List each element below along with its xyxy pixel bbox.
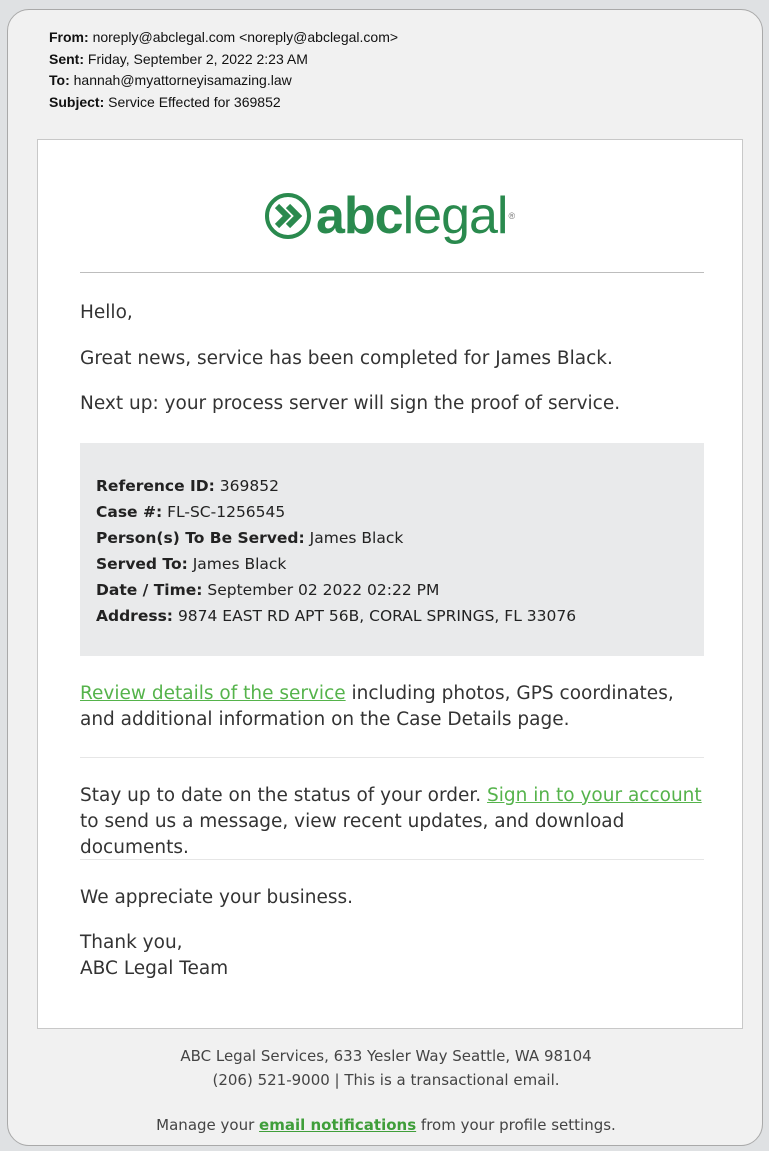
next-step-message: Next up: your process server will sign t… [80,393,621,414]
from-row: From: noreply@abclegal.com <noreply@abcl… [49,29,399,45]
to-row: To: hannah@myattorneyisamazing.law [49,72,292,88]
detail-reference-id: Reference ID: 369852 [96,477,279,495]
email-body-card: abclegal® Hello, Great news, service has… [37,139,743,1029]
service-details-panel: Reference ID: 369852 Case #: FL-SC-12565… [80,443,704,656]
subject-value: Service Effected for 369852 [108,93,281,110]
sent-row: Sent: Friday, September 2, 2022 2:23 AM [49,50,308,67]
service-details-list: Reference ID: 369852 Case #: FL-SC-12565… [96,473,576,629]
to-value: hannah@myattorneyisamazing.law [73,72,292,88]
detail-date-time: Date / Time: September 02 2022 02:22 PM [96,581,440,599]
footer-phone: (206) 521-9000 | This is a transactional… [212,1071,560,1089]
subject-row: Subject: Service Effected for 369852 [49,93,281,110]
detail-address: Address: 9874 EAST RD APT 56B, CORAL SPR… [96,607,577,625]
review-paragraph: Review details of the service including … [80,683,674,730]
thank-you-line: Thank you, [80,932,183,953]
section-divider [80,757,704,758]
greeting: Hello, [80,302,133,323]
logo-divider [80,272,704,273]
footer-address: ABC Legal Services, 633 Yesler Way Seatt… [180,1047,592,1065]
email-notifications-link[interactable]: email notifications [259,1116,416,1134]
email-headers: From: noreply@abclegal.com <noreply@abcl… [49,27,398,113]
section-divider [80,859,704,860]
status-paragraph: Stay up to date on the status of your or… [80,785,702,858]
review-details-link[interactable]: Review details of the service [80,683,346,704]
footer-manage-notifications: Manage your email notifications from you… [156,1116,616,1134]
email-window: From: noreply@abclegal.com <noreply@abcl… [7,9,763,1146]
detail-served-to: Served To: James Black [96,555,287,573]
detail-persons-to-be-served: Person(s) To Be Served: James Black [96,529,404,547]
sent-value: Friday, September 2, 2022 2:23 AM [87,50,308,67]
chevron-circle-logo-icon [265,193,311,239]
appreciation-line: We appreciate your business. [80,887,354,908]
from-value: noreply@abclegal.com <noreply@abclegal.c… [92,29,399,45]
abclegal-logo: abclegal® [264,190,524,242]
signature-line: ABC Legal Team [80,958,229,979]
sign-in-link[interactable]: Sign in to your account [487,785,702,806]
logo-wordmark: abclegal® [316,187,515,245]
detail-case-number: Case #: FL-SC-1256545 [96,503,286,521]
completion-message: Great news, service has been completed f… [80,348,613,369]
